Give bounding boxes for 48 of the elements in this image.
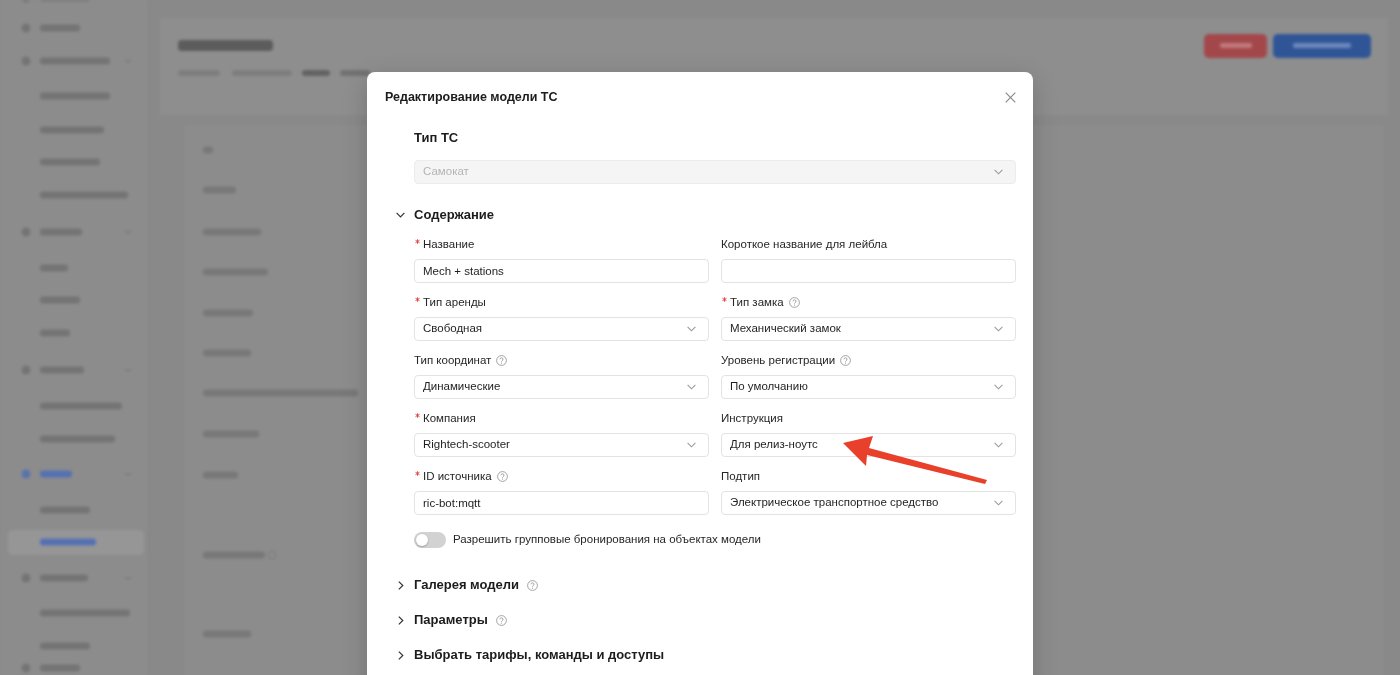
chevron-right-icon [397, 580, 404, 590]
select-field[interactable]: Динамические [414, 375, 709, 399]
chevron-down-icon [396, 212, 405, 218]
text-field[interactable]: ric-bot:mqtt [414, 491, 709, 515]
section-header[interactable]: Содержание [396, 205, 495, 225]
chevron-down-icon [687, 384, 696, 390]
chevron-down-icon [994, 384, 1003, 390]
field-label: ID источника [423, 469, 492, 484]
toggle-label: Разрешить групповые бронирования на объектах модели [453, 532, 761, 547]
help-icon[interactable] [788, 296, 800, 308]
select-field[interactable]: По умолчанию [721, 375, 1016, 399]
chevron-down-icon [687, 442, 696, 448]
field-label: Компания [423, 411, 476, 426]
help-icon[interactable] [495, 614, 507, 626]
help-icon[interactable] [496, 470, 508, 482]
field-label: Уровень регистрации [721, 353, 836, 368]
field-label: Подтип [721, 469, 761, 484]
close-icon [1005, 91, 1016, 103]
close-button[interactable] [1004, 90, 1017, 104]
text-field[interactable] [721, 259, 1016, 283]
section-header[interactable]: Выбрать тарифы, команды и доступы [396, 645, 665, 666]
chevron-down-icon [687, 326, 696, 332]
field-label: Тип аренды [423, 295, 486, 310]
chevron-right-icon [397, 615, 404, 625]
select-field[interactable]: Rightech-scooter [414, 433, 709, 457]
field-label: Инструкция [721, 411, 783, 426]
select-field[interactable]: Для релиз-ноутс [721, 433, 1016, 457]
select-field[interactable]: Механический замок [721, 317, 1016, 341]
toggle-switch[interactable] [414, 531, 446, 548]
help-icon[interactable] [527, 579, 539, 591]
chevron-down-icon [994, 326, 1003, 332]
field-label: Тип замка [730, 295, 784, 310]
help-icon[interactable] [496, 354, 508, 366]
section-header[interactable]: Галерея модели [396, 575, 520, 596]
text-field[interactable]: Mech + stations [414, 259, 709, 283]
chevron-down-icon [994, 500, 1003, 506]
field-label: Короткое название для лейбла [721, 237, 888, 252]
help-icon[interactable] [840, 354, 852, 366]
chevron-down-icon [994, 169, 1003, 175]
select-field[interactable]: Свободная [414, 317, 709, 341]
select-field[interactable]: Электрическое транспортное средство [721, 491, 1016, 515]
chevron-down-icon [994, 442, 1003, 448]
field-label: Название [423, 237, 475, 252]
field-label: Тип координат [414, 353, 492, 368]
section-header[interactable]: Параметры [396, 610, 488, 631]
modal-title: Редактирование модели ТС [385, 89, 558, 106]
chevron-right-icon [397, 650, 404, 660]
field-heading: Тип ТС [414, 129, 460, 147]
